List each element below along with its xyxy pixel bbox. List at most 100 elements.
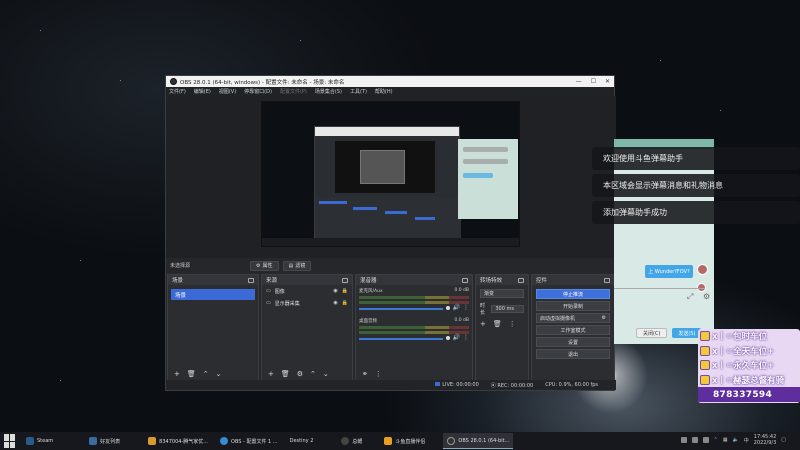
maximize-icon[interactable]: ☐: [591, 78, 596, 85]
browser-icon: [220, 437, 229, 445]
windows-start-icon[interactable]: [4, 434, 18, 448]
trash-icon[interactable]: 🗑: [187, 370, 196, 378]
menu-file[interactable]: 文件(F): [169, 88, 186, 95]
stop-streaming-button[interactable]: 停止推流: [536, 289, 610, 299]
lock-icon[interactable]: 🔒: [342, 300, 348, 306]
link-icon[interactable]: ⚭: [362, 370, 368, 378]
more-icon[interactable]: ⋮: [375, 370, 382, 378]
source-item[interactable]: ▭ 显示器采集 ◉ 🔒: [262, 297, 352, 309]
overlay-line: x丨=包时车位: [698, 329, 800, 344]
up-icon[interactable]: ⌃: [310, 370, 316, 378]
douyu-icon: [148, 437, 157, 445]
close-icon[interactable]: ✕: [605, 78, 610, 85]
image-icon: ▭: [266, 288, 271, 294]
studio-mode-button[interactable]: 工作室模式: [536, 325, 610, 335]
undock-icon[interactable]: [342, 277, 348, 283]
obs-menubar: 文件(F) 编辑(E) 视图(V) 停靠窗口(D) 配置文件(P) 场景集合(S…: [166, 87, 614, 96]
taskbar-item-douyu-companion[interactable]: 斗鱼直播伴侣: [380, 433, 429, 449]
speaker-icon[interactable]: 🔊: [453, 304, 460, 311]
network-icon[interactable]: ▦: [723, 437, 728, 443]
tray-icon[interactable]: [691, 437, 698, 443]
star: [60, 380, 61, 381]
transition-select[interactable]: 渐变: [480, 289, 524, 298]
taskbar-item-steam[interactable]: Steam: [22, 433, 57, 449]
gear-icon[interactable]: ⚙: [297, 370, 303, 378]
track-name: 麦克风/Aux: [359, 289, 383, 294]
exit-button[interactable]: 退出: [536, 349, 610, 359]
undock-icon[interactable]: [462, 277, 468, 283]
down-icon[interactable]: ⌄: [216, 370, 222, 378]
track-db: 0.0 dB: [454, 288, 469, 293]
filters-button[interactable]: ▤ 滤镜: [282, 260, 312, 271]
virtual-camera-button[interactable]: 启动虚拟摄像机 ⚙: [536, 313, 610, 323]
language-icon[interactable]: 中: [744, 437, 749, 444]
more-icon[interactable]: ⋮: [509, 320, 516, 328]
volume-slider[interactable]: [359, 338, 443, 340]
start-recording-button[interactable]: 开始录制: [536, 301, 610, 311]
more-icon[interactable]: ⋮: [463, 334, 469, 341]
taskbar-item-friends[interactable]: 好友列表: [85, 433, 124, 449]
expand-icon[interactable]: ⤢: [687, 292, 693, 302]
minimize-icon[interactable]: —: [576, 78, 582, 85]
menu-help[interactable]: 帮助(H): [375, 88, 393, 95]
obs-window[interactable]: OBS 28.0.1 (64-bit, windows) - 配置文件: 未命名…: [165, 75, 616, 391]
windows-taskbar: Steam 好友列表 8347004-腾气家优... OBS - 配置文件 1 …: [0, 432, 800, 450]
notification-icon[interactable]: ▢: [781, 437, 786, 443]
more-icon[interactable]: ⋮: [463, 304, 469, 311]
steam-tray-icon[interactable]: [680, 437, 687, 443]
tray-icon[interactable]: [702, 437, 709, 443]
volume-slider[interactable]: [359, 308, 443, 310]
badge-icon: [700, 331, 710, 342]
taskbar-item-destiny[interactable]: Destiny 2: [286, 433, 318, 449]
scene-item[interactable]: 场景: [171, 289, 255, 300]
menu-profile[interactable]: 配置文件(P): [280, 88, 307, 95]
add-icon[interactable]: +: [268, 370, 274, 378]
volume-meter: [359, 331, 469, 334]
taskbar-item-browser[interactable]: OBS - 配置文件 1 ...: [216, 433, 282, 449]
system-tray: ⌃ ▦ 🔈 中 17:45:42 2022/9/3 ▢: [680, 434, 786, 446]
menu-view[interactable]: 视图(V): [219, 88, 236, 95]
duration-input[interactable]: 300 ms: [491, 305, 524, 313]
scenes-dock: 场景 场景 + 🗑 ⌃ ⌄: [167, 274, 259, 381]
trash-icon[interactable]: 🗑: [281, 370, 290, 378]
menu-scene-collection[interactable]: 场景集合(S): [315, 88, 342, 95]
settings-icon[interactable]: ⚙: [703, 292, 710, 301]
eye-icon[interactable]: ◉: [333, 300, 337, 306]
add-icon[interactable]: +: [174, 370, 180, 378]
overlay-line: x丨=永久车位+: [698, 358, 800, 373]
toast-notification: 添加弹幕助手成功: [592, 201, 800, 224]
taskbar-item-douyu-page[interactable]: 8347004-腾气家优...: [144, 433, 212, 449]
trash-icon[interactable]: 🗑: [493, 320, 502, 328]
chevron-up-icon[interactable]: ⌃: [714, 437, 718, 443]
undock-icon[interactable]: [248, 277, 254, 283]
settings-button[interactable]: 设置: [536, 337, 610, 347]
properties-button[interactable]: ⚙ 属性: [250, 260, 279, 271]
add-icon[interactable]: +: [480, 320, 486, 328]
star: [660, 60, 661, 61]
volume-icon[interactable]: 🔈: [733, 437, 739, 443]
down-icon[interactable]: ⌄: [323, 370, 329, 378]
slider-knob[interactable]: [445, 335, 450, 340]
taskbar-item-obs[interactable]: OBS 28.0.1 (64-bit...: [443, 433, 514, 449]
slider-knob[interactable]: [445, 305, 450, 310]
source-item[interactable]: ▭ 图像 ◉ 🔒: [262, 285, 352, 297]
taskbar-item-zongsai[interactable]: 总鳃: [337, 433, 366, 449]
star: [80, 260, 81, 261]
undock-icon[interactable]: [604, 277, 610, 283]
stream-preview[interactable]: [261, 101, 520, 247]
star: [720, 110, 721, 111]
eye-icon[interactable]: ◉: [333, 288, 337, 294]
undock-icon[interactable]: [518, 277, 524, 283]
douyu-icon: [384, 437, 393, 445]
obs-titlebar[interactable]: OBS 28.0.1 (64-bit, windows) - 配置文件: 未命名…: [166, 76, 614, 87]
menu-tools[interactable]: 工具(T): [350, 88, 367, 95]
menu-edit[interactable]: 编辑(E): [194, 88, 211, 95]
up-icon[interactable]: ⌃: [203, 370, 209, 378]
close-button[interactable]: 关闭(C): [636, 328, 668, 338]
clock[interactable]: 17:45:42 2022/9/3: [754, 434, 776, 446]
gear-icon[interactable]: ⚙: [602, 315, 606, 321]
speaker-icon[interactable]: 🔊: [453, 334, 460, 341]
chat-divider: [614, 288, 704, 289]
lock-icon[interactable]: 🔒: [342, 288, 348, 294]
menu-docks[interactable]: 停靠窗口(D): [244, 88, 272, 95]
